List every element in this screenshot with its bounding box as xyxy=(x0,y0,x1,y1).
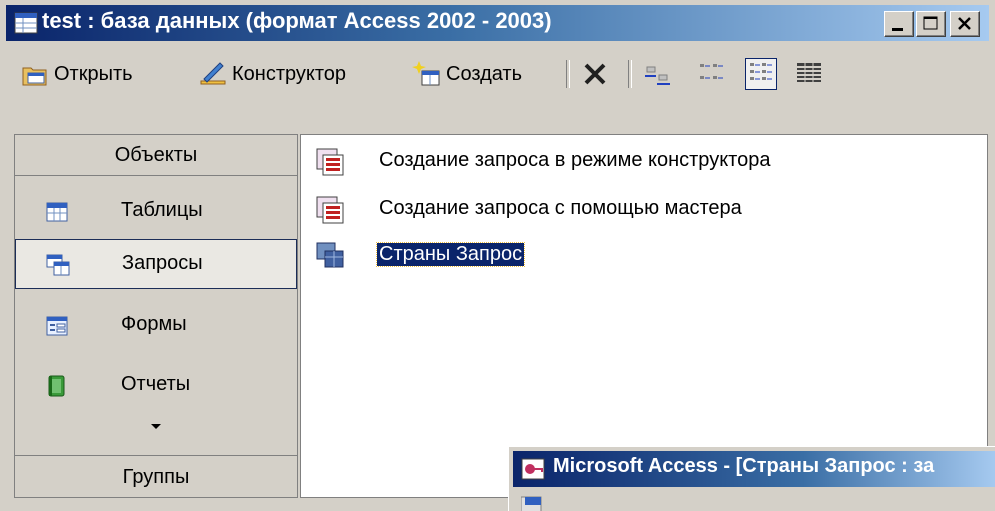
open-button[interactable]: Открыть xyxy=(20,54,133,94)
details-view-icon xyxy=(797,63,821,83)
close-button[interactable] xyxy=(950,11,980,37)
objects-item-label: Отчеты xyxy=(121,373,191,395)
database-icon xyxy=(14,12,38,34)
small-icons-icon xyxy=(700,64,723,79)
query-window-menu-icons xyxy=(521,496,542,511)
large-icons-icon xyxy=(645,66,670,85)
delete-button[interactable] xyxy=(580,54,614,94)
objects-item-tables[interactable]: Таблицы xyxy=(15,187,297,237)
large-icons-button[interactable] xyxy=(642,54,676,94)
create-label: Создать xyxy=(446,62,523,85)
design-label: Конструктор xyxy=(232,62,347,85)
design-icon xyxy=(200,62,226,85)
query-icon xyxy=(316,242,344,268)
objects-panel: Объекты Таблицы Запросы Формы Отчеты Гру… xyxy=(14,134,298,498)
create-button[interactable]: Создать xyxy=(412,54,522,94)
objects-item-label: Запросы xyxy=(122,252,203,274)
wizard-icon xyxy=(316,196,344,224)
query-window-title-bar[interactable]: Microsoft Access - [Страны Запрос : за xyxy=(513,451,995,487)
list-view-button[interactable] xyxy=(745,54,780,94)
form-icon xyxy=(46,316,68,336)
objects-header[interactable]: Объекты xyxy=(15,135,297,176)
query-window[interactable]: Microsoft Access - [Страны Запрос : за xyxy=(508,446,995,511)
groups-header[interactable]: Группы xyxy=(15,455,297,498)
list-view-icon xyxy=(745,58,777,90)
create-icon xyxy=(412,61,440,86)
toolbar: Открыть Конструктор Создать xyxy=(6,44,989,104)
delete-icon xyxy=(584,63,606,85)
minimize-icon xyxy=(892,28,903,31)
objects-item-label: Формы xyxy=(121,313,187,335)
list-item-label: Создание запроса в режиме конструктора xyxy=(379,149,771,171)
object-list: Создание запроса в режиме конструктора С… xyxy=(300,134,988,498)
objects-item-queries[interactable]: Запросы xyxy=(15,239,297,289)
wizard-icon xyxy=(316,148,344,176)
table-icon xyxy=(46,202,68,222)
details-view-button[interactable] xyxy=(794,54,828,94)
toolbar-separator xyxy=(566,60,570,88)
small-icons-button[interactable] xyxy=(696,54,730,94)
more-arrow-icon[interactable] xyxy=(149,421,163,431)
database-window: test : база данных (формат Access 2002 -… xyxy=(0,0,995,511)
access-key-icon xyxy=(521,458,545,480)
close-icon xyxy=(958,17,971,30)
objects-item-reports[interactable]: Отчеты xyxy=(15,361,297,411)
report-icon xyxy=(48,375,65,397)
window-title: test : база данных (формат Access 2002 -… xyxy=(42,8,552,33)
objects-item-label: Таблицы xyxy=(121,199,203,221)
query-icon xyxy=(46,254,70,276)
title-bar[interactable]: test : база данных (формат Access 2002 -… xyxy=(6,5,989,41)
maximize-icon xyxy=(923,16,938,30)
open-icon xyxy=(22,67,47,86)
open-label: Открыть xyxy=(54,62,133,85)
list-item-label: Создание запроса с помощью мастера xyxy=(379,197,742,219)
query-window-title: Microsoft Access - [Страны Запрос : за xyxy=(553,455,935,477)
toolbar-separator xyxy=(628,60,632,88)
minimize-button[interactable] xyxy=(884,11,914,37)
maximize-button[interactable] xyxy=(916,11,946,37)
design-button[interactable]: Конструктор xyxy=(198,54,346,94)
objects-item-forms[interactable]: Формы xyxy=(15,301,297,351)
list-item-label: Страны Запрос xyxy=(375,242,526,267)
